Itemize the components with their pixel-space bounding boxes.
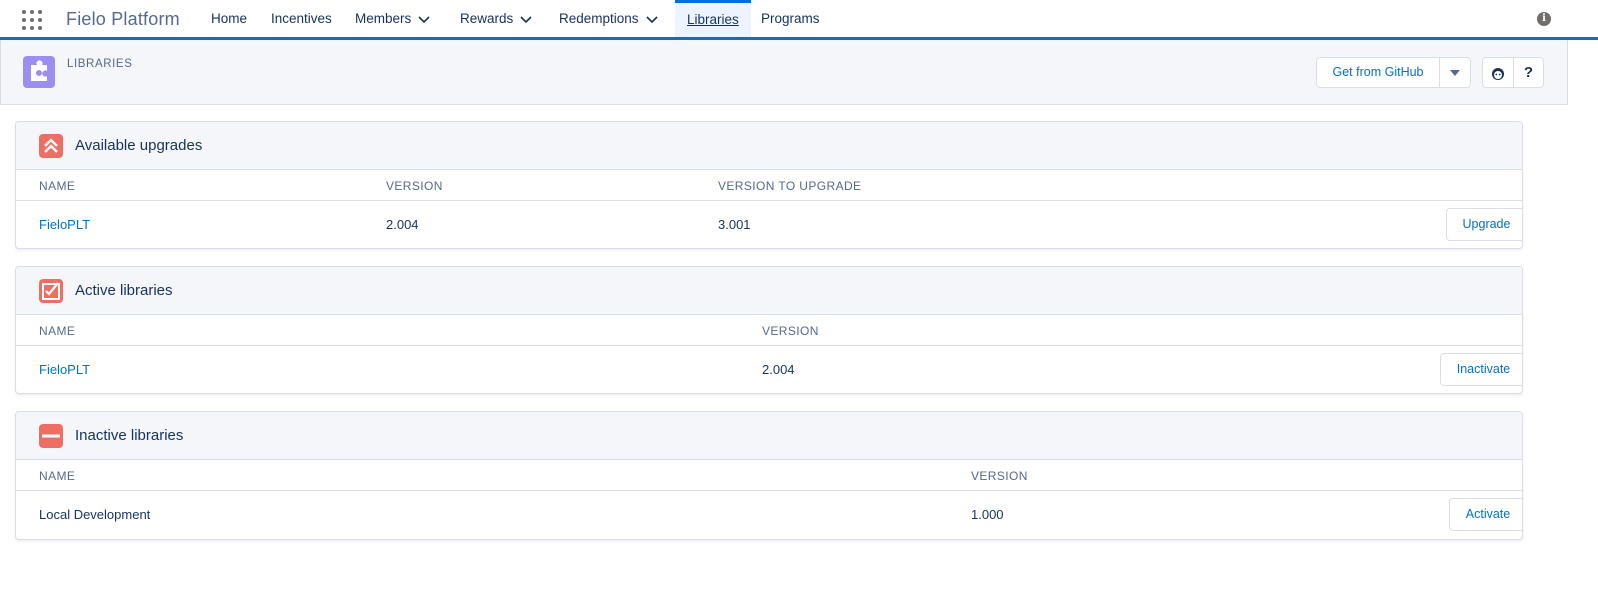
nav-members[interactable]: Members: [355, 0, 431, 37]
inactive-libraries-card: Inactive libraries NAME VERSION Local De…: [15, 411, 1523, 540]
version-value: 2.004: [386, 217, 419, 232]
table-row: Local Development 1.000 Activate: [16, 491, 1522, 538]
card-header: Active libraries: [16, 267, 1522, 315]
column-header: VERSION: [386, 179, 443, 193]
github-menu-button[interactable]: [1439, 57, 1471, 88]
chevron-down-icon[interactable]: [417, 12, 431, 26]
nav-redemptions[interactable]: Redemptions: [559, 0, 659, 37]
library-name: Local Development: [39, 507, 151, 522]
table-header: NAME VERSION VERSION TO UPGRADE: [16, 170, 1522, 201]
support-button[interactable]: [1482, 57, 1514, 88]
nav-libraries[interactable]: Libraries: [675, 0, 751, 37]
table-row: FieloPLT 2.004 Inactivate: [16, 346, 1522, 393]
nav-programs[interactable]: Programs: [761, 0, 820, 37]
card-title: Available upgrades: [75, 137, 203, 154]
library-name-link[interactable]: FieloPLT: [39, 217, 90, 232]
column-header: NAME: [39, 324, 76, 338]
column-header: VERSION: [762, 324, 819, 338]
active-libraries-card: Active libraries NAME VERSION FieloPLT 2…: [15, 266, 1523, 394]
get-from-github-button[interactable]: Get from GitHub: [1316, 57, 1440, 88]
column-header: NAME: [39, 469, 76, 483]
card-header: Available upgrades: [16, 122, 1522, 170]
nav-home[interactable]: Home: [211, 0, 247, 37]
minus-icon: [39, 424, 63, 448]
card-title: Active libraries: [75, 282, 173, 299]
page-header: LIBRARIES Get from GitHub ?: [0, 40, 1568, 105]
available-upgrades-card: Available upgrades NAME VERSION VERSION …: [15, 121, 1523, 249]
user-face-icon: [1492, 67, 1504, 80]
card-header: Inactive libraries: [16, 412, 1522, 460]
table-row: FieloPLT 2.004 3.001 Upgrade: [16, 201, 1522, 248]
card-title: Inactive libraries: [75, 427, 184, 444]
table-header: NAME VERSION: [16, 315, 1522, 346]
upgrade-button[interactable]: Upgrade: [1446, 208, 1522, 241]
caret-down-icon: [1450, 70, 1460, 76]
page-title: LIBRARIES: [67, 58, 133, 70]
double-chevron-up-icon: [39, 134, 63, 158]
column-header: VERSION TO UPGRADE: [718, 179, 862, 193]
chevron-down-icon[interactable]: [519, 12, 533, 26]
upgrade-version-value: 3.001: [718, 217, 751, 232]
version-value: 2.004: [762, 362, 795, 377]
library-name-link[interactable]: FieloPLT: [39, 362, 90, 377]
chevron-down-icon[interactable]: [645, 12, 659, 26]
activate-button[interactable]: Activate: [1449, 498, 1522, 531]
puzzle-icon: [23, 56, 55, 88]
nav-rewards[interactable]: Rewards: [460, 0, 533, 37]
version-value: 1.000: [971, 507, 1004, 522]
checked-tray-icon: [39, 279, 63, 303]
column-header: NAME: [39, 179, 76, 193]
app-name: Fielo Platform: [66, 9, 180, 29]
table-header: NAME VERSION: [16, 460, 1522, 491]
help-button[interactable]: ?: [1513, 57, 1544, 88]
info-icon[interactable]: i: [1537, 12, 1551, 26]
inactivate-button[interactable]: Inactivate: [1440, 353, 1522, 386]
column-header: VERSION: [971, 469, 1028, 483]
nav-incentives[interactable]: Incentives: [271, 0, 332, 37]
app-launcher-icon[interactable]: [22, 10, 42, 30]
global-nav: Fielo Platform Home Incentives Members R…: [0, 0, 1598, 40]
